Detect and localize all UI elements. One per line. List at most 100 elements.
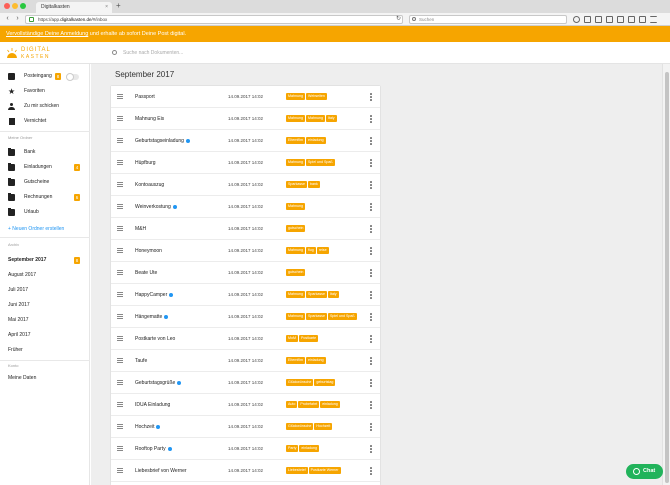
- tag-badge[interactable]: Sparkasse: [286, 181, 307, 188]
- document-row[interactable]: Rooftop Party 14.09.2017 14:02 Party einlad…: [111, 438, 380, 460]
- document-name[interactable]: M&H: [135, 218, 146, 240]
- tag-badge[interactable]: einladung: [305, 137, 326, 144]
- tag-badge[interactable]: Mahnung: [286, 93, 305, 100]
- sidebar-item-favorites[interactable]: ★ Favoriten: [0, 85, 90, 98]
- sidebar-item-destroyed[interactable]: Vernichtet: [0, 115, 90, 128]
- sidebar-item-inbox[interactable]: Posteingang 8: [0, 70, 90, 83]
- more-options-icon[interactable]: [370, 93, 372, 101]
- more-options-icon[interactable]: [370, 225, 372, 233]
- document-name[interactable]: Passport: [135, 86, 155, 108]
- tag-badge[interactable]: einladung: [320, 401, 340, 408]
- sidebar-item-folder[interactable]: Einladungen 4: [0, 161, 90, 174]
- sidebar-item-folder[interactable]: Rechnungen 6: [0, 191, 90, 204]
- more-options-icon[interactable]: [370, 291, 372, 299]
- sidebar-item-folder[interactable]: Gutscheine: [0, 176, 90, 189]
- minimize-window-icon[interactable]: [12, 3, 18, 9]
- document-row[interactable]: Liebesbrief von Werner 14.09.2017 14:02 Li…: [111, 460, 380, 482]
- close-tab-icon[interactable]: ×: [105, 2, 108, 13]
- tag-badge[interactable]: Mahnung: [286, 115, 305, 122]
- more-options-icon[interactable]: [370, 203, 372, 211]
- document-name[interactable]: Hochzeit: [135, 416, 161, 438]
- tag-badge[interactable]: Mahnung: [286, 203, 305, 210]
- close-window-icon[interactable]: [4, 3, 10, 9]
- document-row[interactable]: HappyCamper 14.09.2017 14:02 Mahnung Sparka…: [111, 284, 380, 306]
- more-options-icon[interactable]: [370, 115, 372, 123]
- reading-list-icon[interactable]: [584, 16, 591, 23]
- document-name[interactable]: Kontoauszug: [135, 174, 164, 196]
- tag-badge[interactable]: Mahnung: [286, 291, 305, 298]
- digitalkasten-logo[interactable]: DIGITAL KASTEN: [6, 47, 66, 61]
- tag-badge[interactable]: bank: [307, 181, 320, 188]
- menu-icon[interactable]: [650, 16, 657, 23]
- maximize-window-icon[interactable]: [20, 3, 26, 9]
- download-icon[interactable]: [595, 16, 602, 23]
- complete-registration-link[interactable]: Vervollständige Deine Anmeldung: [6, 31, 88, 37]
- document-row[interactable]: Mahnung Eis 14.09.2017 14:02 Mahnung Mahnun…: [111, 108, 380, 130]
- more-options-icon[interactable]: [370, 181, 372, 189]
- forward-arrow-icon[interactable]: ›: [13, 14, 22, 24]
- sidebar-item-month[interactable]: Juli 2017: [0, 284, 90, 297]
- tag-badge[interactable]: Glückwünsche: [286, 423, 314, 430]
- document-name[interactable]: Geburtstagsgrüße: [135, 372, 182, 394]
- more-options-icon[interactable]: [370, 159, 372, 167]
- document-row[interactable]: Kontoauszug 14.09.2017 14:02 Sparkasse bank: [111, 174, 380, 196]
- home-icon[interactable]: [606, 16, 613, 23]
- tag-badge[interactable]: Glückwünsche: [286, 379, 314, 386]
- document-name[interactable]: Rooftop Party: [135, 438, 172, 460]
- more-options-icon[interactable]: [370, 247, 372, 255]
- browser-tab[interactable]: Digitalkasten ×: [36, 2, 112, 13]
- more-options-icon[interactable]: [370, 401, 372, 409]
- new-tab-button[interactable]: +: [116, 1, 121, 10]
- document-name[interactable]: Hüpfburg: [135, 152, 156, 174]
- document-name[interactable]: Honeymoon: [135, 240, 162, 262]
- tag-badge[interactable]: Mahnung: [286, 159, 305, 166]
- sidebar-item-month[interactable]: Mai 2017: [0, 314, 90, 327]
- more-options-icon[interactable]: [370, 379, 372, 387]
- tag-badge[interactable]: Mahnung: [286, 247, 305, 254]
- tag-badge[interactable]: gutschein: [286, 269, 306, 276]
- document-name[interactable]: Weinverkostung: [135, 196, 177, 218]
- document-row[interactable]: Weinverkostung 14.09.2017 14:02 Mahnung: [111, 196, 380, 218]
- document-name[interactable]: IDUA Einladung: [135, 394, 170, 416]
- more-options-icon[interactable]: [370, 445, 372, 453]
- document-row[interactable]: Geburtstagsgrüße 14.09.2017 14:02 Glückwün…: [111, 372, 380, 394]
- document-row[interactable]: M&H 14.09.2017 14:02 gutschein: [111, 218, 380, 240]
- document-name[interactable]: Taufe: [135, 350, 147, 372]
- star-icon[interactable]: [573, 16, 580, 23]
- scrollbar[interactable]: [662, 64, 670, 485]
- more-options-icon[interactable]: [370, 357, 372, 365]
- tag-badge[interactable]: reise: [316, 247, 329, 254]
- more-options-icon[interactable]: [370, 269, 372, 277]
- document-row[interactable]: Taufe 14.09.2017 14:02 Elternfilm einladung: [111, 350, 380, 372]
- document-row[interactable]: Passport 14.09.2017 14:02 Mahnung Webseiten: [111, 86, 380, 108]
- document-row[interactable]: Honeymoon 14.09.2017 14:02 Mahnung flug reis…: [111, 240, 380, 262]
- tag-badge[interactable]: einladung: [305, 357, 326, 364]
- sidebar-item-month[interactable]: Früher: [0, 344, 90, 357]
- tag-badge[interactable]: Spiel und Spaß: [306, 159, 335, 166]
- document-row[interactable]: Hüpfburg 14.09.2017 14:02 Mahnung Spiel und…: [111, 152, 380, 174]
- tag-badge[interactable]: Auto: [286, 401, 298, 408]
- back-arrow-icon[interactable]: ‹: [3, 14, 12, 24]
- sidebar-item-folder[interactable]: Urlaub: [0, 206, 90, 219]
- tag-badge[interactable]: Postkarte Werner: [308, 467, 341, 474]
- document-row[interactable]: Hängematte 14.09.2017 14:02 Mahnung Sparkas…: [111, 306, 380, 328]
- tag-badge[interactable]: Webseiten: [306, 93, 327, 100]
- tag-badge[interactable]: Italy: [327, 291, 339, 298]
- inbox-toggle[interactable]: [66, 73, 79, 81]
- sidebar-item-month[interactable]: Juni 2017: [0, 299, 90, 312]
- document-name[interactable]: Liebesbrief von Werner: [135, 460, 187, 482]
- sidebar-item-send-to-me[interactable]: Zu mir schicken: [0, 100, 90, 113]
- more-options-icon[interactable]: [370, 467, 372, 475]
- more-options-icon[interactable]: [370, 423, 372, 431]
- scrollbar-thumb[interactable]: [665, 72, 669, 483]
- chat-button[interactable]: Chat: [626, 464, 663, 479]
- tag-badge[interactable]: Spiel und Spaß: [327, 313, 357, 320]
- document-name[interactable]: Postkarte von Leo: [135, 328, 175, 350]
- document-search-input[interactable]: Suche nach Dokumenten...: [109, 47, 335, 59]
- document-name[interactable]: HappyCamper: [135, 284, 174, 306]
- tag-badge[interactable]: Sparkasse: [306, 291, 327, 298]
- tag-badge[interactable]: Elternfilm: [286, 357, 305, 364]
- tag-badge[interactable]: Elternfilm: [286, 137, 305, 144]
- tag-badge[interactable]: Liebesbrief: [286, 467, 308, 474]
- sidebar-item-month[interactable]: August 2017: [0, 269, 90, 282]
